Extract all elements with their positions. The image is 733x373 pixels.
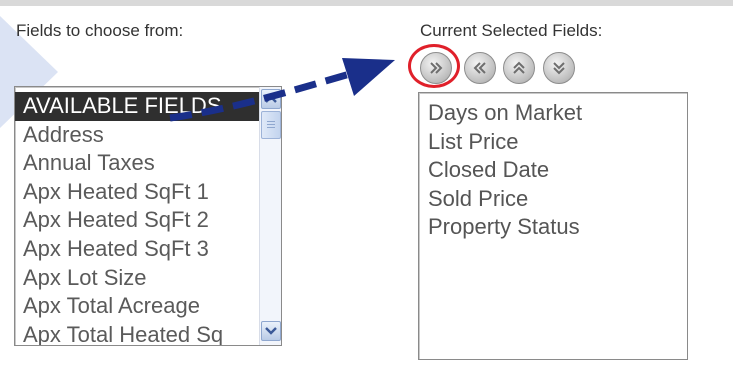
selected-fields-listbox[interactable]: Days on Market List Price Closed Date So… bbox=[418, 92, 688, 360]
selected-fields-heading: Current Selected Fields: bbox=[420, 21, 603, 40]
chevron-up-icon bbox=[265, 95, 277, 103]
move-down-icon bbox=[553, 62, 565, 75]
move-up-button[interactable] bbox=[503, 52, 535, 84]
list-item[interactable]: AVAILABLE FIELDS bbox=[15, 92, 259, 121]
list-item[interactable]: Property Status bbox=[419, 213, 687, 242]
list-item[interactable]: Days on Market bbox=[419, 99, 687, 128]
remove-icon bbox=[473, 62, 486, 74]
scroll-thumb[interactable] bbox=[261, 111, 281, 139]
scroll-down-button[interactable] bbox=[261, 321, 281, 341]
list-item[interactable]: Apx Heated SqFt 3 bbox=[15, 235, 259, 264]
list-item[interactable]: Apx Total Acreage bbox=[15, 292, 259, 321]
available-fields-list: AVAILABLE FIELDS Address Annual Taxes Ap… bbox=[15, 92, 259, 345]
list-item[interactable]: Apx Heated SqFt 1 bbox=[15, 178, 259, 207]
list-item[interactable]: Apx Total Heated Sq bbox=[15, 321, 259, 345]
list-item[interactable]: Apx Heated SqFt 2 bbox=[15, 206, 259, 235]
list-item[interactable]: Closed Date bbox=[419, 156, 687, 185]
selected-fields-list: Days on Market List Price Closed Date So… bbox=[419, 99, 687, 242]
list-item[interactable]: Sold Price bbox=[419, 185, 687, 214]
available-fields-heading: Fields to choose from: bbox=[16, 21, 184, 40]
move-up-icon bbox=[513, 61, 525, 74]
top-divider bbox=[0, 0, 733, 6]
chevron-down-icon bbox=[265, 327, 277, 335]
vertical-scrollbar[interactable] bbox=[259, 87, 281, 345]
scroll-up-button[interactable] bbox=[261, 89, 281, 109]
remove-field-button[interactable] bbox=[464, 52, 496, 84]
list-item[interactable]: List Price bbox=[419, 128, 687, 157]
list-item[interactable]: Annual Taxes bbox=[15, 149, 259, 178]
move-down-button[interactable] bbox=[543, 52, 575, 84]
list-item[interactable]: Address bbox=[15, 121, 259, 150]
highlight-circle bbox=[408, 44, 460, 88]
available-fields-listbox[interactable]: AVAILABLE FIELDS Address Annual Taxes Ap… bbox=[14, 86, 282, 346]
list-item[interactable]: Apx Lot Size bbox=[15, 264, 259, 293]
